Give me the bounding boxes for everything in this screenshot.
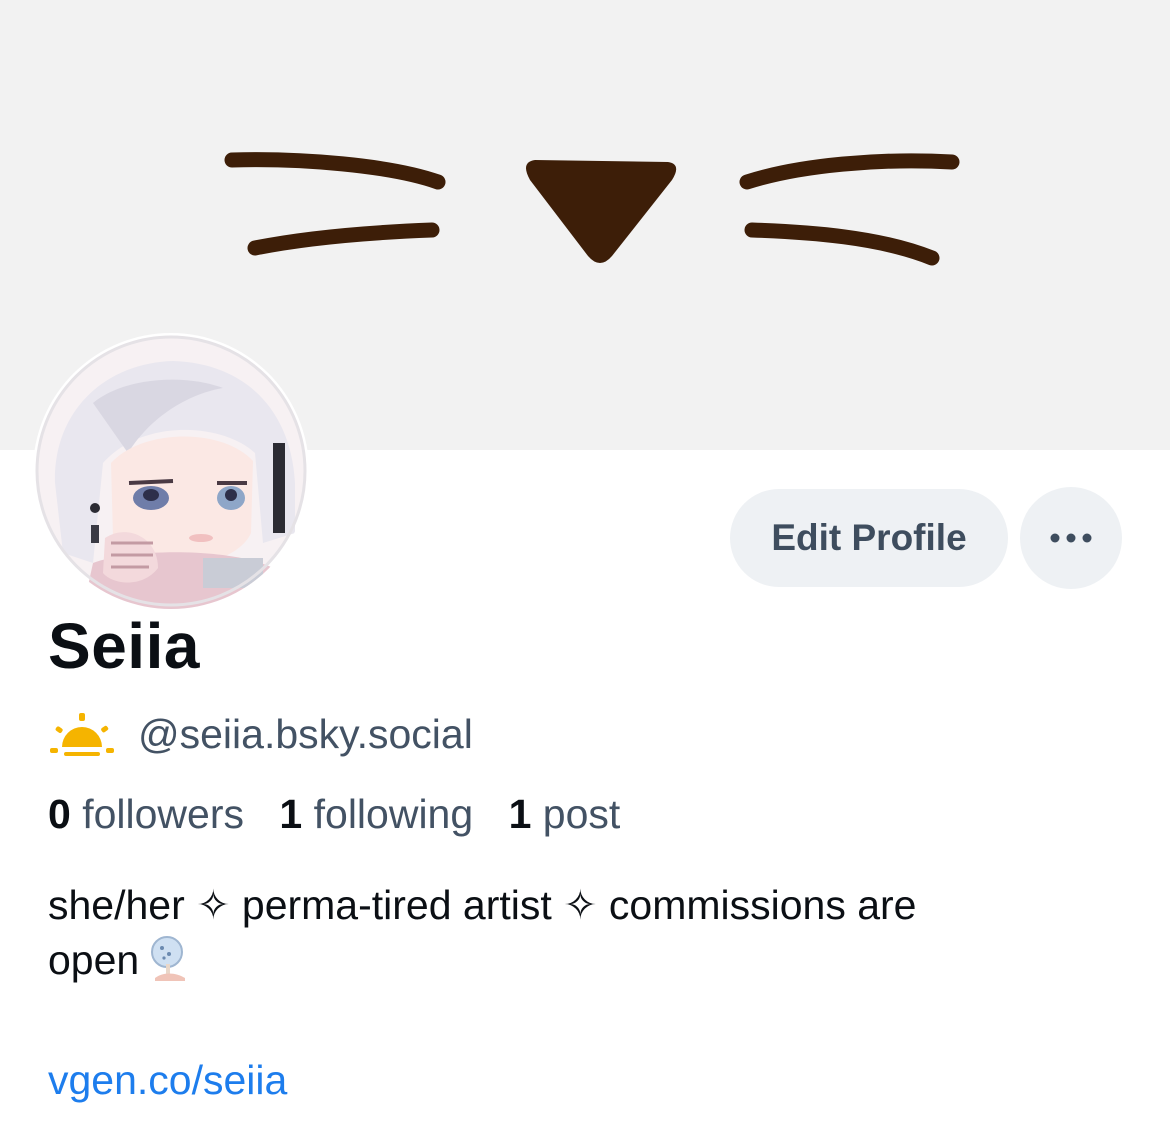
followers-label: followers	[82, 791, 244, 837]
bio-line-1: she/her ✧ perma-tired artist ✧ commissio…	[48, 882, 917, 928]
posts-label: post	[542, 791, 621, 837]
edit-profile-button[interactable]: Edit Profile	[730, 489, 1008, 587]
bio-line-2: open	[48, 937, 140, 983]
profile-link[interactable]: vgen.co/seiia	[48, 1057, 287, 1104]
profile-handle[interactable]: @seiia.bsky.social	[138, 711, 473, 758]
following-label: following	[313, 791, 474, 837]
more-dots-icon	[1050, 533, 1092, 543]
followers-stat[interactable]: 0 followers	[48, 791, 244, 837]
sunrise-emoji-icon	[48, 709, 116, 759]
following-stat[interactable]: 1 following	[279, 791, 473, 837]
profile-bio: she/her ✧ perma-tired artist ✧ commissio…	[48, 878, 1128, 988]
following-count: 1	[279, 791, 303, 837]
avatar[interactable]	[33, 333, 309, 609]
posts-stat: 1 post	[509, 791, 621, 837]
display-name: Seiia	[48, 610, 200, 682]
paper-fan-emoji-icon	[145, 934, 193, 982]
avatar-image	[35, 335, 307, 609]
handle-row: @seiia.bsky.social	[48, 708, 473, 760]
posts-count: 1	[508, 791, 532, 837]
more-options-button[interactable]	[1020, 487, 1122, 589]
profile-stats: 0 followers 1 following 1 post	[48, 791, 644, 838]
followers-count: 0	[48, 791, 71, 837]
